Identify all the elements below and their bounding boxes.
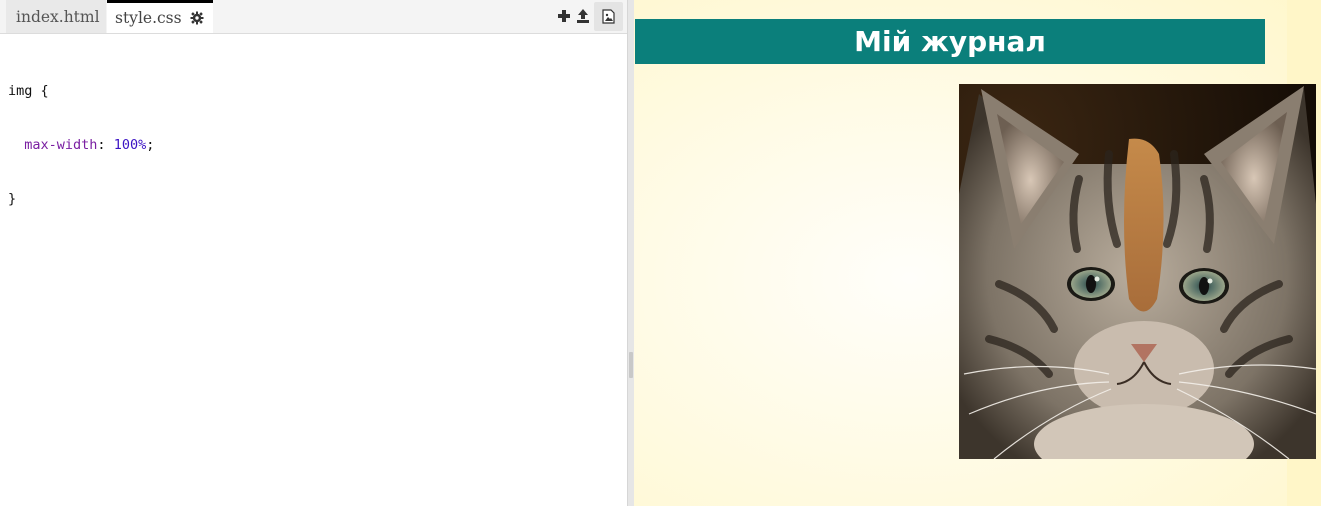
tab-style-css[interactable]: style.css bbox=[107, 0, 213, 33]
tab-label: style.css bbox=[115, 9, 182, 27]
code-colon: : bbox=[97, 137, 114, 153]
image-button[interactable] bbox=[594, 2, 623, 31]
code-property: max-width bbox=[24, 137, 98, 153]
code-area[interactable]: img { max-width: 100%; } bbox=[8, 46, 154, 244]
code-closing-brace: } bbox=[8, 191, 17, 207]
tab-label: index.html bbox=[16, 8, 100, 26]
gear-icon[interactable] bbox=[190, 11, 204, 25]
code-selector: img { bbox=[8, 83, 49, 99]
editor-tabbar: index.html style.css bbox=[0, 0, 627, 34]
code-line-2: max-width: 100%; bbox=[8, 136, 154, 154]
app-window: index.html style.css img {max-width: 10… bbox=[0, 0, 1321, 506]
code-value: 100% bbox=[113, 137, 147, 153]
image-icon bbox=[602, 9, 615, 24]
code-line-1: img { bbox=[8, 82, 154, 100]
upload-icon[interactable] bbox=[575, 8, 591, 24]
journal-title-banner: Мій журнал bbox=[635, 19, 1265, 64]
code-line-3: } bbox=[8, 190, 154, 208]
code-semicolon: ; bbox=[146, 137, 155, 153]
preview-pane: Мій журнал bbox=[634, 0, 1321, 506]
code-editor-pane: index.html style.css img {max-width: 10… bbox=[0, 0, 628, 506]
kitten-image bbox=[959, 84, 1316, 459]
plus-icon[interactable] bbox=[556, 8, 572, 24]
tab-index-html[interactable]: index.html bbox=[6, 0, 106, 33]
splitter-grip[interactable] bbox=[629, 352, 633, 378]
journal-title: Мій журнал bbox=[854, 25, 1046, 58]
